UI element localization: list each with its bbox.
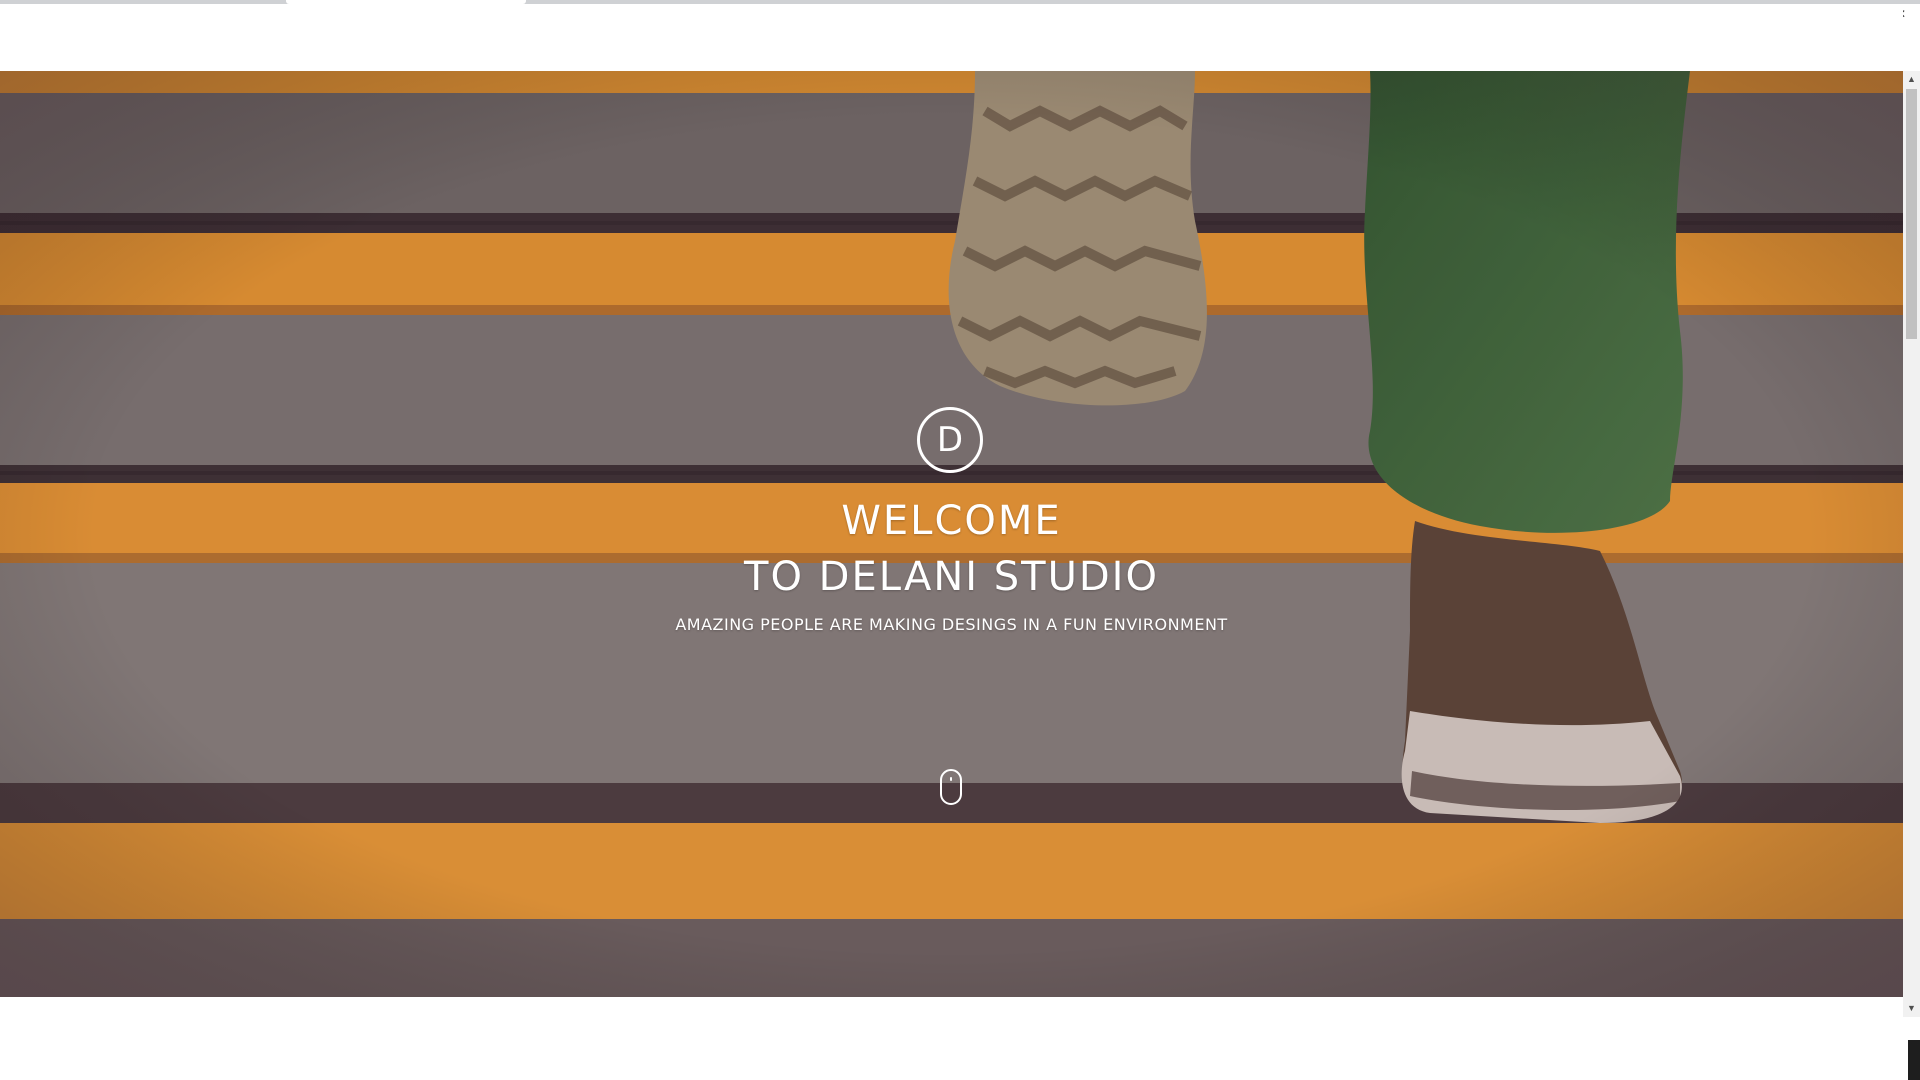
hero-title-line-2: TO DELANI STUDIO (744, 554, 1159, 600)
page-header-band (0, 4, 1903, 71)
hero-title-line-1: WELCOME (841, 498, 1062, 544)
hero-subtitle: AMAZING PEOPLE ARE MAKING DESINGS IN A F… (675, 615, 1228, 634)
studio-logo-badge: D (917, 407, 983, 473)
mouse-wheel-icon (950, 777, 952, 781)
page-scrollbar[interactable]: ▲ ▼ (1903, 71, 1920, 1017)
mouse-scroll-icon[interactable] (940, 769, 962, 805)
browser-window: ✕ (0, 0, 1920, 1080)
scroll-down-arrow-icon[interactable]: ▼ (1903, 1000, 1920, 1017)
scrollbar-thumb[interactable] (1906, 89, 1917, 339)
hero-content: D WELCOME TO DELANI STUDIO AMAZING PEOPL… (0, 71, 1903, 997)
scroll-up-arrow-icon[interactable]: ▲ (1903, 71, 1920, 88)
hero-section: D WELCOME TO DELANI STUDIO AMAZING PEOPL… (0, 71, 1903, 997)
window-corner (1908, 1040, 1920, 1080)
